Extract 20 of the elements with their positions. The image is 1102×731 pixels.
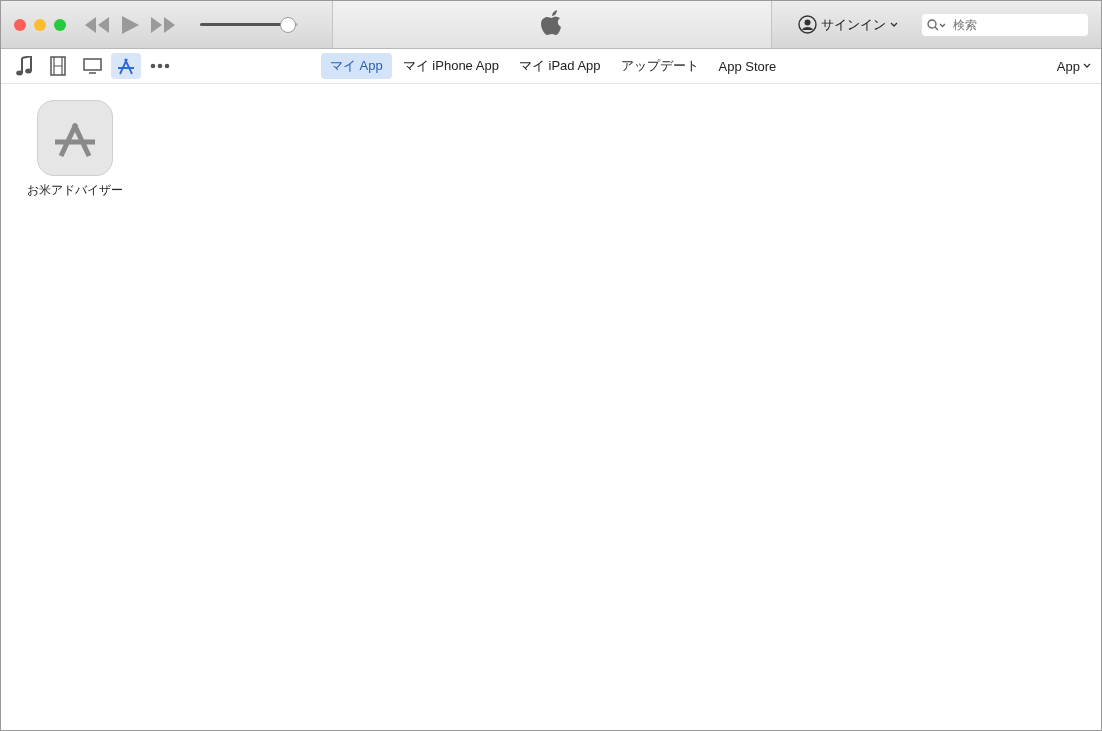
app-store-icon[interactable] <box>111 53 141 79</box>
view-menu[interactable]: App <box>1056 58 1091 74</box>
tab[interactable]: マイ App <box>321 53 392 79</box>
rewind-icon[interactable] <box>84 15 110 34</box>
close-button[interactable] <box>14 18 26 31</box>
zoom-button[interactable] <box>54 18 66 31</box>
caret-icon <box>1083 63 1091 69</box>
user-icon <box>798 15 817 34</box>
tab[interactable]: アップデート <box>611 53 708 79</box>
search-field[interactable]: 検索 <box>922 13 1088 36</box>
tab[interactable]: マイ iPhone App <box>393 53 508 79</box>
tab[interactable]: マイ iPad App <box>509 53 610 79</box>
app-icon[interactable] <box>37 100 113 176</box>
app-name: お米アドバイザー <box>27 182 123 199</box>
tab[interactable]: App Store <box>709 53 786 79</box>
fast-forward-icon[interactable] <box>150 15 176 34</box>
play-icon[interactable] <box>120 14 140 35</box>
sign-in-button[interactable]: サインイン <box>798 15 898 34</box>
caret-icon <box>890 21 898 28</box>
volume-slider[interactable] <box>200 16 298 33</box>
